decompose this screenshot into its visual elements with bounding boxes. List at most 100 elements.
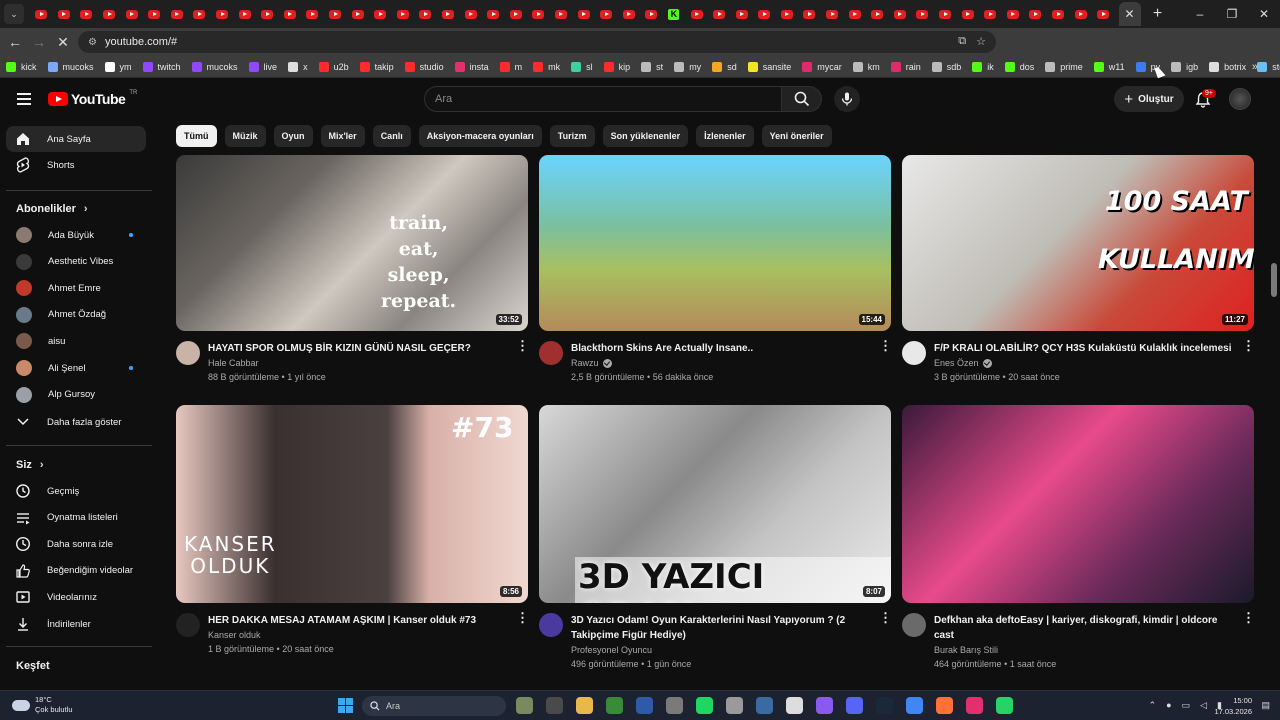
more-actions-icon[interactable]: ⋮ [879,611,892,624]
search-input[interactable]: Ara [424,86,782,112]
taskbar-app-icon[interactable] [756,697,773,714]
sidebar-item-you[interactable]: Geçmiş [6,478,146,504]
pinned-tab[interactable] [437,2,460,26]
sidebar-item-home[interactable]: Ana Sayfa [6,126,146,152]
bookmark-item[interactable]: mucoks [191,61,238,72]
video-thumbnail[interactable]: 3D YAZICI ODAM8:07 [539,405,891,603]
notification-icon[interactable]: ▤ [1261,700,1270,711]
video-card[interactable]: 100 SAAT KULLANIM 11:27 F/P KRALI OLABİLİR… [902,155,1255,382]
page-scrollbar[interactable] [1271,263,1277,297]
bookmark-item[interactable]: insta [454,61,489,72]
bookmark-item[interactable]: mycar [802,61,842,72]
filter-chip[interactable]: Oyun [273,125,313,147]
pinned-tab[interactable] [1024,2,1047,26]
video-title[interactable]: F/P KRALI OLABİLİR? QCY H3S Kulaküstü Ku… [934,341,1254,356]
channel-name[interactable]: Rawzu [571,358,599,368]
video-thumbnail[interactable]: #73 KANSER OLDUK 8:56 [176,405,528,603]
bookmark-item[interactable]: ym [104,61,132,72]
sidebar-subscription[interactable]: Aesthetic Vibes [6,249,146,275]
pinned-tab[interactable] [617,2,640,26]
account-avatar[interactable] [1229,88,1251,110]
weather-widget[interactable]: 18°C Çok bulutlu [12,695,73,715]
taskbar-app-icon[interactable] [726,697,743,714]
pinned-tab[interactable] [753,2,776,26]
video-title[interactable]: Blackthorn Skins Are Actually Insane.. [571,341,891,356]
channel-avatar[interactable] [539,341,563,365]
pinned-tab[interactable] [1092,2,1115,26]
bookmark-item[interactable]: x [288,61,308,72]
pinned-tab[interactable] [1002,2,1025,26]
channel-avatar[interactable] [176,341,200,365]
filter-chip[interactable]: Müzik [224,125,266,147]
sidebar-item-you[interactable]: Oynatma listeleri [6,505,146,531]
pinned-tab[interactable] [98,2,121,26]
taskbar-app-icon[interactable] [606,697,623,714]
bookmark-item[interactable]: steam [1257,61,1280,72]
pinned-tab[interactable] [143,2,166,26]
pinned-tab[interactable] [866,2,889,26]
bookmark-item[interactable]: sdb [931,61,961,72]
video-thumbnail[interactable]: 100 SAAT KULLANIM 11:27 [902,155,1254,331]
bookmark-item[interactable]: sansite [747,61,791,72]
taskbar-app-icon[interactable] [846,697,863,714]
video-title[interactable]: HAYATI SPOR OLMUŞ BİR KIZIN GÜNÜ NASIL G… [208,341,528,356]
bookmark-item[interactable]: live [248,61,277,72]
video-title[interactable]: 3D Yazıcı Odam! Oyun Karakterlerini Nası… [571,613,891,643]
video-title[interactable]: HER DAKKA MESAJ ATAMAM AŞKIM | Kanser ol… [208,613,528,628]
more-bookmarks-icon[interactable]: » [1252,61,1258,73]
pinned-tab[interactable] [233,2,256,26]
sidebar-item-shorts[interactable]: Shorts [6,152,146,178]
video-card[interactable]: Defkhan aka deftoEasy | kariyer, diskogr… [902,405,1255,669]
pinned-tab[interactable] [595,2,618,26]
bookmark-star-icon[interactable]: ☆ [976,35,986,48]
bookmark-item[interactable]: sl [571,61,593,72]
taskbar-app-icon[interactable] [966,697,983,714]
bookmark-item[interactable]: igb [1171,61,1198,72]
pinned-tab[interactable] [30,2,53,26]
channel-name[interactable]: Kanser olduk [208,630,261,640]
pinned-tab[interactable] [911,2,934,26]
sidebar-subscription[interactable]: Ahmet Özdağ [6,302,146,328]
stop-icon[interactable]: ✕ [51,34,75,51]
chevron-up-icon[interactable]: ⌃ [1149,700,1157,711]
windows-start-icon[interactable] [338,698,353,713]
site-info-icon[interactable]: ⚙ [88,37,97,48]
video-card[interactable]: 3D YAZICI ODAM8:07 3D Yazıcı Odam! Oyun K… [539,405,892,669]
pinned-tab[interactable] [1047,2,1070,26]
pinned-tab[interactable] [572,2,595,26]
pinned-tab[interactable] [550,2,573,26]
pinned-tab[interactable] [708,2,731,26]
sidebar-subscription[interactable]: Ali Şenel [6,355,146,381]
bookmark-item[interactable]: mk [533,61,560,72]
subscriptions-header[interactable]: Abonelikler › [16,203,88,215]
filter-chip[interactable]: Son yüklenenler [602,125,689,147]
bookmark-item[interactable]: takip [359,61,394,72]
youtube-logo[interactable]: YouTube TR [48,90,137,107]
pinned-tab[interactable] [798,2,821,26]
video-thumbnail[interactable] [902,405,1254,603]
close-window-button[interactable]: ✕ [1248,0,1280,28]
taskbar-app-icon[interactable] [696,697,713,714]
video-thumbnail[interactable]: train, eat, sleep, repeat. 33:52 [176,155,528,331]
more-actions-icon[interactable]: ⋮ [879,339,892,352]
pinned-tab[interactable] [934,2,957,26]
search-button[interactable] [782,86,822,112]
channel-name[interactable]: Profesyonel Oyuncu [571,645,652,655]
taskbar-app-icon[interactable] [936,697,953,714]
bookmark-item[interactable]: botrix [1209,61,1246,72]
show-more-button[interactable]: Daha fazla göster [6,409,146,435]
taskbar-app-icon[interactable] [576,697,593,714]
bookmark-item[interactable]: mucoks [47,61,94,72]
mic-icon[interactable]: ● [1166,700,1171,711]
volume-icon[interactable]: ◁ [1200,700,1207,711]
pinned-tab[interactable] [821,2,844,26]
bookmark-item[interactable]: prime [1045,61,1083,72]
minimize-button[interactable]: – [1184,0,1216,28]
pinned-tab[interactable] [527,2,550,26]
more-actions-icon[interactable]: ⋮ [1242,611,1255,624]
pinned-tab[interactable] [53,2,76,26]
video-card[interactable]: #73 KANSER OLDUK 8:56 HER DAKKA MESAJ ATAMA… [176,405,529,654]
sidebar-subscription[interactable]: Ahmet Emre [6,275,146,301]
bookmark-item[interactable]: m [499,61,522,72]
more-actions-icon[interactable]: ⋮ [1242,339,1255,352]
